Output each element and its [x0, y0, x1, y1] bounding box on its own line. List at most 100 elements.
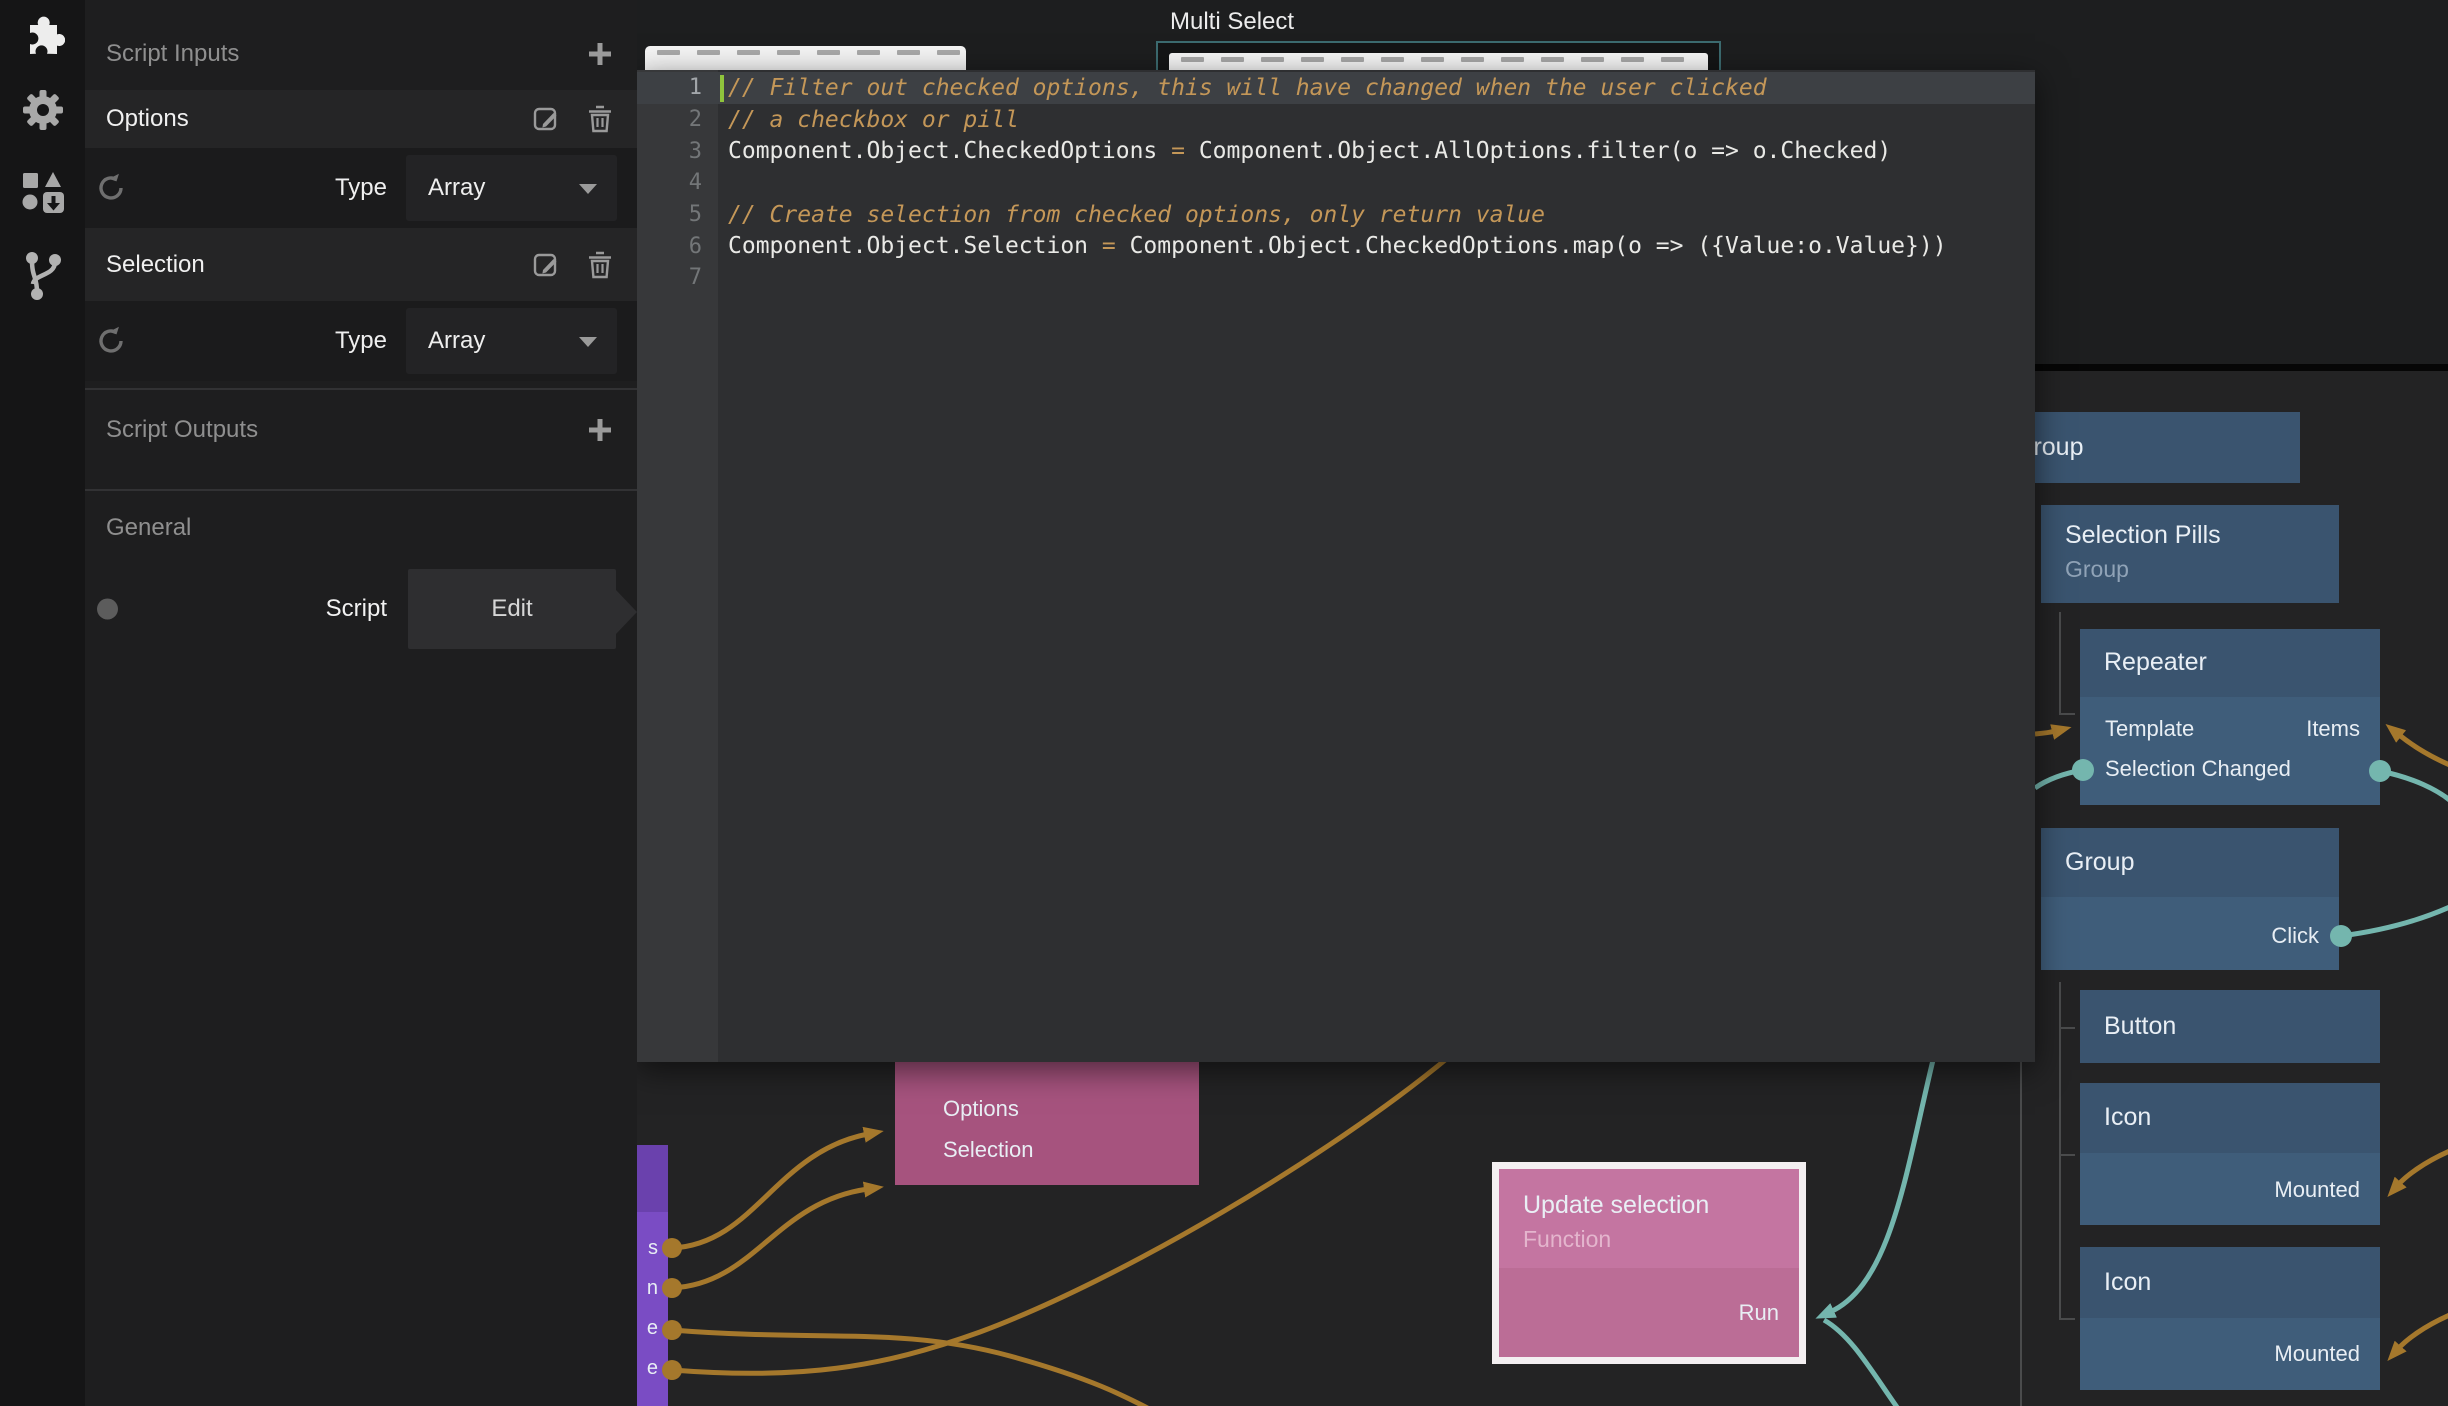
preview-input-box[interactable] — [645, 46, 966, 72]
port-connector-dot[interactable] — [2330, 925, 2352, 947]
connection-offscreen-right->icon-2.Mounted[interactable] — [2398, 1314, 2448, 1349]
app-window: Multi Select GroupSelection PillsGroupRe… — [0, 0, 2448, 1406]
script-code-editor[interactable]: 1// Filter out checked options, this wil… — [637, 70, 2035, 1062]
reset-icon[interactable] — [96, 325, 126, 357]
placeholder-dash — [1581, 57, 1604, 62]
rename-icon[interactable] — [533, 105, 561, 133]
connection-group.Click->offscreen-right[interactable] — [2341, 906, 2448, 936]
rename-icon[interactable] — [533, 251, 561, 279]
code-line-6: 6Component.Object.Selection = Component.… — [637, 230, 2035, 262]
code-line-2: 2// a checkbox or pill — [637, 104, 2035, 136]
code-line-4: 4 — [637, 167, 2035, 199]
param-type-row: Type Array — [85, 301, 637, 381]
add-input-icon[interactable] — [587, 41, 613, 67]
tree-guide-tick — [2059, 1027, 2075, 1029]
param-row-options[interactable]: Options — [85, 90, 637, 148]
node-library-icon[interactable] — [0, 170, 85, 216]
node-icon-1[interactable]: Icon Mounted — [2080, 1083, 2380, 1225]
node-group-top[interactable]: Group — [1990, 412, 2300, 483]
connection-offscreen-bottom->update-selection.Run[interactable] — [1824, 1320, 1899, 1406]
node-title: Icon — [2104, 1083, 2380, 1132]
code-line-1: 1// Filter out checked options, this wil… — [637, 72, 2035, 104]
edit-panel-notch — [616, 590, 637, 634]
components-tab-puzzle-icon[interactable] — [0, 10, 85, 54]
version-control-branch-icon[interactable] — [0, 250, 85, 302]
port-connector-dot[interactable] — [2369, 760, 2391, 782]
port-label[interactable]: Click — [2271, 923, 2319, 949]
script-row-label: Script — [326, 595, 387, 623]
line-number: 3 — [637, 139, 718, 164]
connection-repeater.Selection Changed->offscreen-right[interactable] — [2380, 771, 2448, 802]
node-update-selection[interactable]: Update selectionFunctionRun — [1492, 1162, 1806, 1364]
delete-icon[interactable] — [587, 105, 613, 133]
port-connector-dot[interactable] — [662, 1278, 682, 1298]
connection-script-node.n->options-selection.Selection[interactable] — [672, 1189, 868, 1288]
placeholder-dash — [1261, 57, 1284, 62]
connection-script-node.s->options-selection.Options[interactable] — [672, 1134, 868, 1248]
tree-guide-tick — [2059, 1318, 2075, 1320]
text-caret — [720, 75, 724, 102]
reset-icon[interactable] — [96, 172, 126, 204]
port-label[interactable]: e — [647, 1357, 658, 1380]
tool-sidebar — [0, 0, 85, 1406]
node-title: Icon — [2104, 1247, 2380, 1297]
node-title: Repeater — [2104, 629, 2380, 677]
code-text: Component.Object.Selection = Component.O… — [718, 233, 1947, 259]
delete-icon[interactable] — [587, 251, 613, 279]
edit-script-button[interactable]: Edit — [408, 569, 616, 649]
type-dropdown[interactable]: Array — [406, 155, 617, 221]
type-dropdown[interactable]: Array — [406, 308, 617, 374]
code-text: Component.Object.CheckedOptions = Compon… — [718, 138, 1891, 164]
code-text: // Filter out checked options, this will… — [718, 75, 1767, 101]
port-label[interactable]: n — [647, 1277, 658, 1300]
chevron-down-icon — [579, 337, 597, 347]
node-title: Group — [2065, 828, 2339, 877]
chevron-down-icon — [579, 184, 597, 194]
code-text: // Create selection from checked options… — [718, 202, 1545, 228]
port-label[interactable]: Selection Changed — [2105, 756, 2291, 782]
port-label[interactable]: Items — [2306, 716, 2360, 742]
line-number: 2 — [637, 107, 718, 132]
section-divider — [85, 388, 637, 390]
port-connector-dot[interactable] — [2072, 759, 2094, 781]
port-label[interactable]: Options — [943, 1096, 1019, 1122]
placeholder-dash — [777, 50, 800, 55]
port-label[interactable]: Run — [1739, 1300, 1779, 1326]
node-repeater[interactable]: Repeater Template Items Selection Changed — [2080, 629, 2380, 805]
type-value: Array — [428, 327, 485, 355]
connection-script-node.e->offscreen-bottom[interactable] — [672, 1330, 1155, 1406]
placeholder-dash — [697, 50, 720, 55]
port-label[interactable]: Mounted — [2274, 1177, 2360, 1203]
code-line-3: 3Component.Object.CheckedOptions = Compo… — [637, 135, 2035, 167]
node-options-selection[interactable]: Options Selection — [895, 1050, 1199, 1185]
node-group[interactable]: Group Click — [2041, 828, 2339, 970]
port-label[interactable]: Template — [2105, 716, 2194, 742]
connection-offscreen-right->icon-1.Mounted[interactable] — [2398, 1150, 2448, 1185]
script-inputs-header: Script Inputs — [106, 40, 239, 68]
node-title: Selection Pills — [2065, 505, 2339, 550]
placeholder-dash — [857, 50, 880, 55]
node-button[interactable]: Button — [2080, 990, 2380, 1063]
port-connector-dot[interactable] — [662, 1360, 682, 1380]
param-row-selection[interactable]: Selection — [85, 228, 637, 301]
node-icon-2[interactable]: Icon Mounted — [2080, 1247, 2380, 1390]
placeholder-dash — [1541, 57, 1564, 62]
placeholder-dash — [1381, 57, 1404, 62]
properties-panel: Script Inputs Options — [85, 0, 637, 1406]
port-label[interactable]: Selection — [943, 1137, 1034, 1163]
property-port-dot[interactable] — [97, 599, 118, 620]
connection-offscreen-right->repeater.Items[interactable] — [2398, 734, 2448, 766]
connection-offscreen-top->update-selection.Run[interactable] — [1830, 1056, 1934, 1312]
connection-hidden-left->repeater.Template[interactable] — [2035, 731, 2056, 734]
placeholder-dash — [897, 50, 920, 55]
port-connector-dot[interactable] — [662, 1320, 682, 1340]
port-label[interactable]: e — [647, 1317, 658, 1340]
tree-guide-line — [2059, 612, 2061, 715]
port-label[interactable]: Mounted — [2274, 1341, 2360, 1367]
port-label[interactable]: s — [648, 1237, 658, 1260]
node-selection-pills[interactable]: Selection PillsGroup — [2041, 505, 2339, 603]
port-connector-dot[interactable] — [662, 1238, 682, 1258]
add-output-icon[interactable] — [587, 417, 613, 443]
param-name: Selection — [106, 251, 205, 279]
settings-gear-icon[interactable] — [0, 88, 85, 132]
